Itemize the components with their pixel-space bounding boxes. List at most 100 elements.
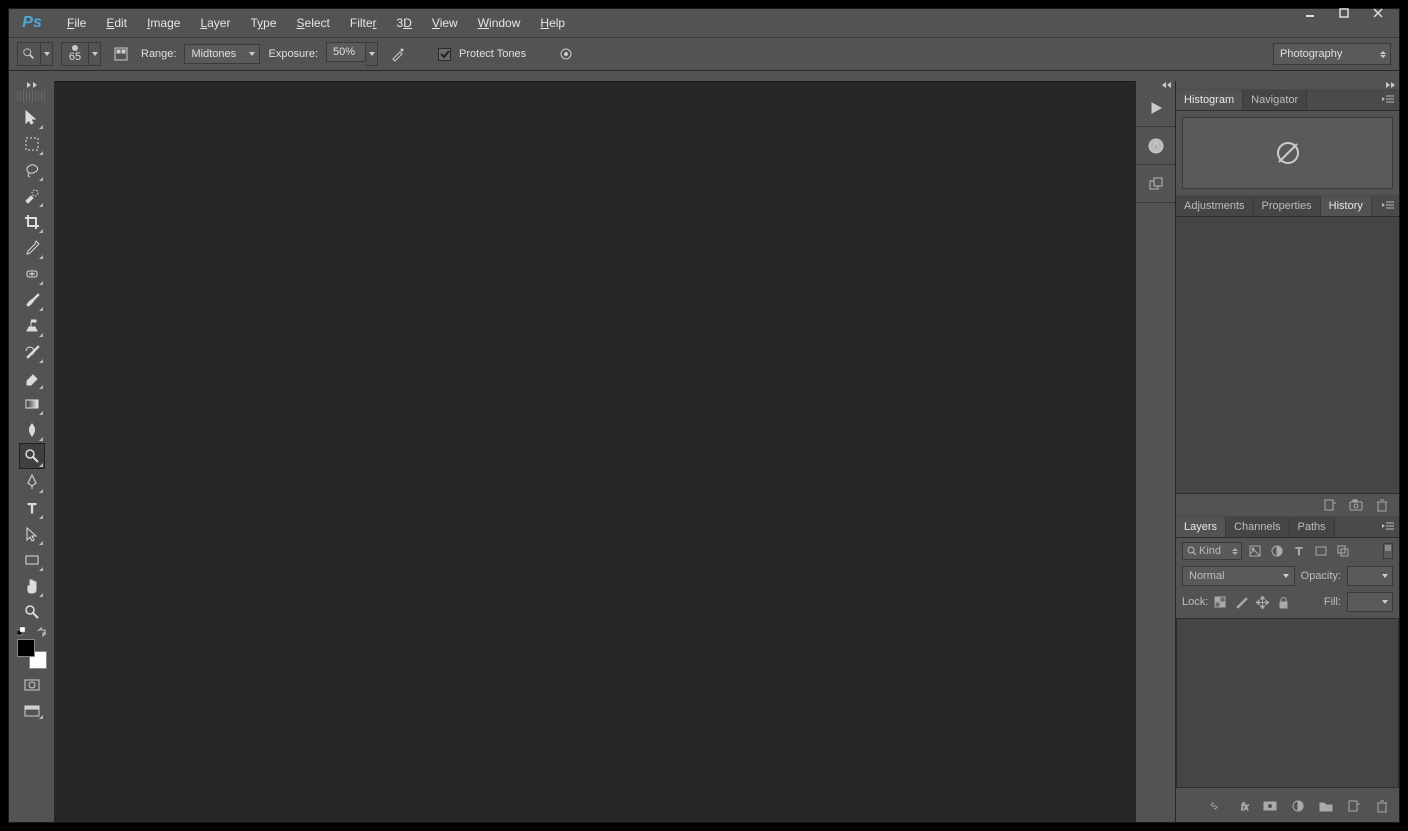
actions-panel-icon[interactable] — [1136, 89, 1175, 127]
filter-type-icon[interactable]: T — [1292, 544, 1306, 558]
blur-tool[interactable] — [19, 417, 45, 443]
menu-layer[interactable]: Layer — [190, 12, 240, 34]
eyedropper-tool[interactable] — [19, 235, 45, 261]
blend-mode-select[interactable]: Normal — [1182, 566, 1295, 586]
lock-position-icon[interactable] — [1256, 596, 1269, 609]
tab-channels[interactable]: Channels — [1226, 517, 1289, 537]
lock-all-icon[interactable] — [1277, 596, 1290, 609]
clone-source-panel-icon[interactable] — [1136, 165, 1175, 203]
menu-image[interactable]: Image — [137, 12, 190, 34]
tab-adjustments[interactable]: Adjustments — [1176, 196, 1254, 216]
link-layers-icon[interactable] — [1207, 799, 1221, 813]
move-tool[interactable] — [19, 105, 45, 131]
layers-panel-menu-icon[interactable] — [1381, 520, 1395, 532]
quick-select-tool[interactable] — [19, 183, 45, 209]
filter-pixel-icon[interactable] — [1248, 544, 1262, 558]
new-document-from-state-icon[interactable] — [1323, 498, 1337, 512]
window-minimize-button[interactable] — [1293, 3, 1327, 23]
exposure-dropdown[interactable] — [366, 42, 378, 66]
tool-preset-dropdown[interactable] — [41, 42, 53, 66]
hand-tool[interactable] — [19, 573, 45, 599]
menu-view[interactable]: View — [422, 12, 468, 34]
tools-panel: T — [9, 81, 55, 822]
filter-adjustment-icon[interactable] — [1270, 544, 1284, 558]
path-select-tool[interactable] — [19, 521, 45, 547]
layer-group-icon[interactable] — [1319, 799, 1333, 813]
eraser-tool[interactable] — [19, 365, 45, 391]
filter-shape-icon[interactable] — [1314, 544, 1328, 558]
foreground-color-swatch[interactable] — [17, 639, 35, 657]
menu-type[interactable]: Type — [240, 12, 286, 34]
dodge-tool[interactable] — [19, 443, 45, 469]
menu-select[interactable]: Select — [287, 12, 340, 34]
new-layer-icon[interactable] — [1347, 799, 1361, 813]
brush-tool[interactable] — [19, 287, 45, 313]
opacity-input[interactable] — [1347, 566, 1393, 586]
zoom-tool[interactable] — [19, 599, 45, 625]
brush-preset-dropdown[interactable] — [89, 42, 101, 66]
tab-properties[interactable]: Properties — [1254, 196, 1321, 216]
rectangle-tool[interactable] — [19, 547, 45, 573]
tools-grip[interactable] — [17, 91, 47, 101]
color-swatches[interactable] — [17, 639, 47, 669]
tab-paths[interactable]: Paths — [1290, 517, 1335, 537]
lock-transparency-icon[interactable] — [1214, 596, 1227, 609]
tab-layers[interactable]: Layers — [1176, 517, 1226, 537]
layers-tab-row: Layers Channels Paths — [1176, 516, 1399, 538]
protect-tones-checkbox[interactable] — [438, 48, 451, 61]
window-maximize-button[interactable] — [1327, 3, 1361, 23]
marquee-tool[interactable] — [19, 131, 45, 157]
crop-tool[interactable] — [19, 209, 45, 235]
gradient-tool[interactable] — [19, 391, 45, 417]
pressure-size-icon[interactable] — [554, 42, 578, 66]
collapsed-dock: i — [1135, 81, 1175, 822]
collapsed-dock-handle[interactable] — [1136, 81, 1175, 89]
menu-file[interactable]: File — [57, 12, 96, 34]
adjustment-layer-icon[interactable] — [1291, 799, 1305, 813]
filter-smart-icon[interactable] — [1336, 544, 1350, 558]
screen-mode-toggle[interactable] — [19, 701, 45, 721]
tools-expand-handle[interactable] — [9, 81, 54, 89]
histogram-empty-icon — [1182, 117, 1393, 189]
range-select[interactable]: Midtones — [184, 44, 260, 64]
clone-stamp-tool[interactable] — [19, 313, 45, 339]
menu-filter[interactable]: Filter — [340, 12, 387, 34]
airbrush-toggle-icon[interactable] — [386, 42, 410, 66]
history-brush-tool[interactable] — [19, 339, 45, 365]
history-panel-menu-icon[interactable] — [1381, 199, 1395, 211]
menu-edit[interactable]: Edit — [96, 12, 137, 34]
brush-panel-toggle-icon[interactable] — [109, 42, 133, 66]
snapshot-icon[interactable] — [1349, 498, 1363, 512]
menu-3d[interactable]: 3D — [387, 12, 422, 34]
lasso-tool[interactable] — [19, 157, 45, 183]
quick-mask-toggle[interactable] — [19, 675, 45, 695]
tab-navigator[interactable]: Navigator — [1243, 90, 1307, 110]
lock-image-icon[interactable] — [1235, 596, 1248, 609]
workspace-switcher[interactable]: Photography — [1273, 43, 1391, 65]
delete-layer-icon[interactable] — [1375, 799, 1389, 813]
info-panel-icon[interactable]: i — [1136, 127, 1175, 165]
layer-filter-toggle[interactable] — [1383, 543, 1393, 559]
swap-colors-icon[interactable] — [37, 627, 47, 637]
menu-window[interactable]: Window — [468, 12, 531, 34]
layer-filter-kind-select[interactable]: Kind — [1182, 542, 1242, 560]
histogram-panel-menu-icon[interactable] — [1381, 93, 1395, 105]
menu-help[interactable]: Help — [530, 12, 575, 34]
tool-preset-picker[interactable] — [17, 42, 41, 66]
panels-collapse-handle[interactable] — [1176, 81, 1399, 89]
spot-heal-tool[interactable] — [19, 261, 45, 287]
type-tool[interactable]: T — [19, 495, 45, 521]
tab-histogram[interactable]: Histogram — [1176, 90, 1243, 110]
lock-label: Lock: — [1182, 596, 1208, 608]
default-colors-icon[interactable] — [17, 627, 27, 637]
pen-tool[interactable] — [19, 469, 45, 495]
fill-input[interactable] — [1347, 592, 1393, 612]
tab-history[interactable]: History — [1321, 196, 1372, 216]
exposure-input[interactable]: 50% — [326, 42, 366, 62]
layer-mask-icon[interactable] — [1263, 799, 1277, 813]
layer-style-icon[interactable]: fx — [1235, 799, 1249, 813]
svg-text:T: T — [1296, 546, 1303, 558]
brush-preset-picker[interactable]: 65 — [61, 42, 89, 66]
window-close-button[interactable] — [1361, 3, 1395, 23]
delete-state-icon[interactable] — [1375, 498, 1389, 512]
